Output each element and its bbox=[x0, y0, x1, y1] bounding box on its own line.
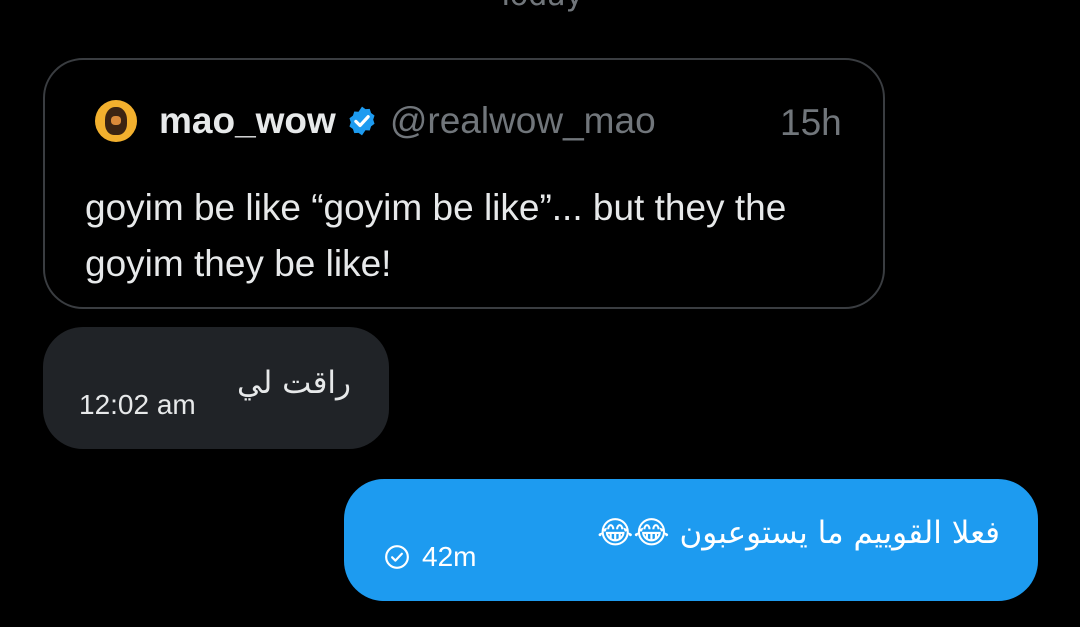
post-timestamp: 15h bbox=[780, 102, 842, 143]
seen-check-icon bbox=[385, 545, 409, 569]
display-name[interactable]: mao_wow bbox=[159, 100, 336, 142]
message-time: 12:02 am bbox=[79, 389, 196, 420]
avatar[interactable] bbox=[95, 100, 137, 142]
sent-message-bubble[interactable]: فعلا القوييم ما يستوعبون 😂😂 42m bbox=[344, 479, 1038, 601]
quoted-post-text: goyim be like “goyim be like”... but the… bbox=[85, 187, 787, 284]
message-meta: 42m bbox=[384, 541, 476, 573]
received-message-bubble[interactable]: راقت لي 12:02 am bbox=[43, 327, 389, 449]
quoted-post-card[interactable]: mao_wow @realwow_mao 15h goyim be like “… bbox=[43, 58, 885, 309]
message-text: راقت لي bbox=[237, 365, 351, 401]
verified-badge-icon bbox=[349, 106, 375, 136]
message-time: 42m bbox=[422, 541, 477, 572]
day-divider: Today bbox=[0, 0, 1080, 13]
message-text: فعلا القوييم ما يستوعبون 😂😂 bbox=[597, 515, 1000, 551]
user-handle[interactable]: @realwow_mao bbox=[390, 100, 656, 142]
quoted-post-header: mao_wow @realwow_mao bbox=[95, 100, 656, 142]
